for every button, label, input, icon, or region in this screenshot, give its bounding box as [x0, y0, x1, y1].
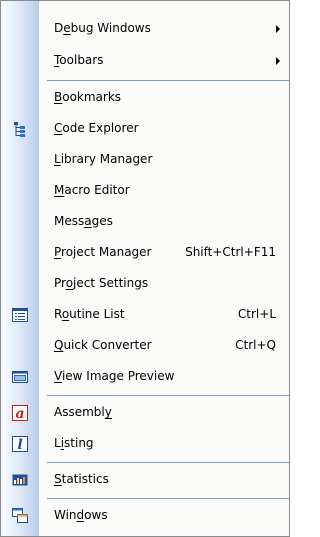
- menu-item-shortcut: Ctrl+Q: [235, 338, 276, 352]
- menu-separator: [47, 498, 289, 499]
- assembly-icon: a: [10, 403, 30, 423]
- tree-icon: [10, 119, 30, 139]
- list-icon: [10, 305, 30, 325]
- menu-separator: [47, 80, 289, 81]
- menu-item-label: Code Explorer: [54, 121, 139, 135]
- menu-item-project-manager[interactable]: Project Manager Shift+Ctrl+F11: [1, 237, 289, 268]
- menu-item-label: Windows: [54, 508, 108, 522]
- menu-item-label: Macro Editor: [54, 183, 130, 197]
- menu-item-quick-converter[interactable]: Quick Converter Ctrl+Q: [1, 330, 289, 361]
- menu-item-label: Bookmarks: [54, 90, 122, 104]
- menu-item-routine-list[interactable]: Routine List Ctrl+L: [1, 299, 289, 330]
- menu-item-toolbars[interactable]: Toolbars: [1, 45, 289, 76]
- menu-item-macro-editor[interactable]: Macro Editor: [1, 175, 289, 206]
- menu-item-assembly[interactable]: a Assembly: [1, 397, 289, 428]
- menu-item-label: Toolbars: [54, 53, 104, 67]
- menu-item-windows[interactable]: Windows: [1, 500, 289, 531]
- menu-separator: [47, 462, 289, 463]
- menu-item-library-manager[interactable]: Library Manager: [1, 144, 289, 175]
- menu-item-label: Statistics: [54, 472, 109, 486]
- menu-item-listing[interactable]: l Listing: [1, 428, 289, 459]
- listing-icon: l: [10, 434, 30, 454]
- menu-item-label: Assembly: [54, 405, 112, 419]
- menu-item-code-explorer[interactable]: Code Explorer: [1, 113, 289, 144]
- menu-item-label: Routine List: [54, 307, 125, 321]
- svg-text:a: a: [15, 406, 24, 422]
- menu-item-project-settings[interactable]: Project Settings: [1, 268, 289, 299]
- menu-item-debug-windows[interactable]: Debug Windows: [1, 13, 289, 44]
- svg-text:l: l: [17, 437, 22, 453]
- menu-item-view-image-preview[interactable]: View Image Preview: [1, 361, 289, 392]
- menu-item-label: Listing: [54, 436, 94, 450]
- windows-icon: [10, 506, 30, 526]
- menu-item-label: Messages: [54, 214, 113, 228]
- submenu-arrow-icon: [276, 57, 280, 65]
- statistics-icon: [10, 470, 30, 490]
- menu-item-shortcut: Shift+Ctrl+F11: [185, 245, 276, 259]
- view-menu: Debug Windows Toolbars Bookmarks Code Ex…: [0, 0, 290, 537]
- menu-item-label: Debug Windows: [54, 21, 151, 35]
- menu-item-label: Project Settings: [54, 276, 149, 290]
- menu-item-messages[interactable]: Messages: [1, 206, 289, 237]
- menu-item-label: Project Manager: [54, 245, 152, 259]
- image-preview-icon: [10, 367, 30, 387]
- menu-item-shortcut: Ctrl+L: [237, 307, 276, 321]
- menu-item-statistics[interactable]: Statistics: [1, 464, 289, 495]
- submenu-arrow-icon: [276, 25, 280, 33]
- menu-item-label: View Image Preview: [54, 369, 175, 383]
- menu-separator: [47, 395, 289, 396]
- menu-item-label: Quick Converter: [54, 338, 152, 352]
- menu-item-label: Library Manager: [54, 152, 153, 166]
- menu-item-bookmarks[interactable]: Bookmarks: [1, 82, 289, 113]
